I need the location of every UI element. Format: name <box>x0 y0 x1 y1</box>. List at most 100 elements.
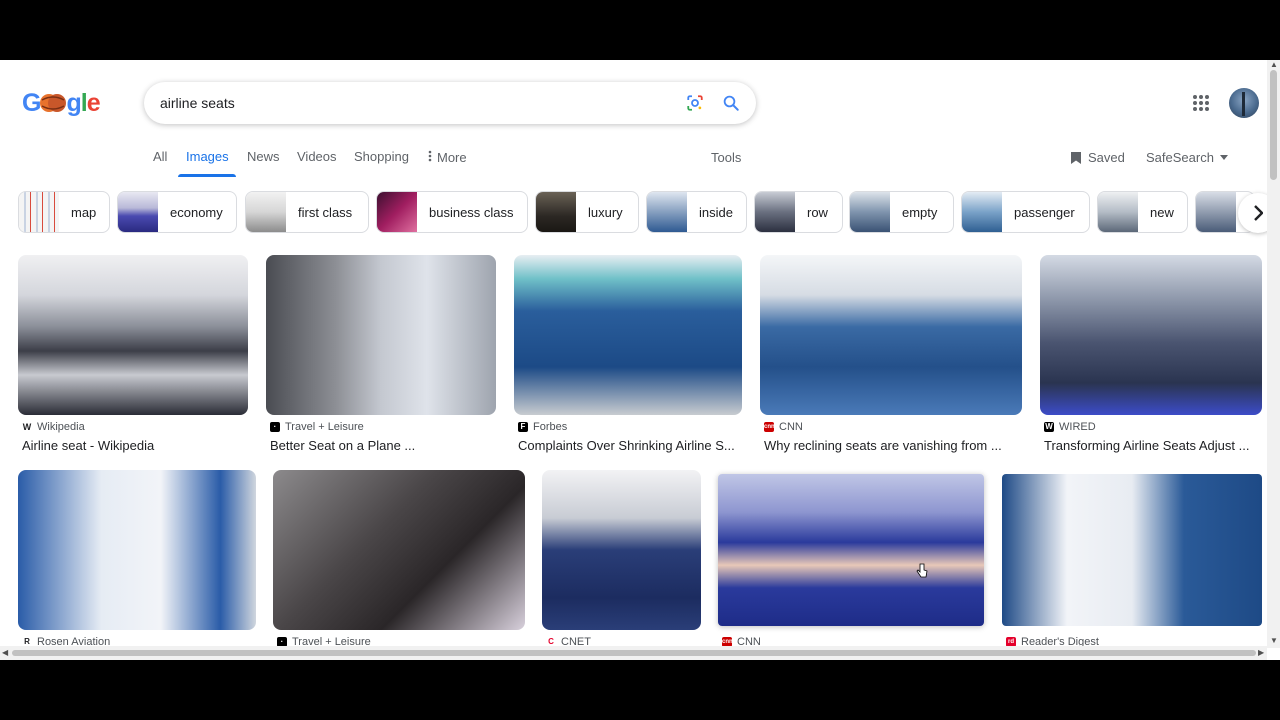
tab-images[interactable]: Images <box>186 150 229 170</box>
saved-button[interactable]: Saved <box>1070 150 1125 165</box>
chip-new[interactable]: new <box>1097 191 1188 233</box>
image-result[interactable]: W WIRED Transforming Airline Seats Adjust… <box>1040 255 1262 455</box>
apps-grid-icon[interactable] <box>1192 94 1210 112</box>
chip-row[interactable]: row <box>754 191 843 233</box>
image-result[interactable]: cnn CNN Why reclining seats are vanishing… <box>760 255 1022 455</box>
safesearch-dropdown[interactable]: SafeSearch <box>1146 150 1228 165</box>
result-title[interactable]: Why reclining seats are vanishing from .… <box>764 438 1022 453</box>
search-box <box>144 82 756 124</box>
chip-label: economy <box>170 204 223 220</box>
image-result[interactable]: C CNET <box>542 470 701 650</box>
source-name: Forbes <box>533 421 568 433</box>
hand-cursor-icon <box>916 563 928 578</box>
search-icon[interactable] <box>722 94 740 112</box>
chip-economy[interactable]: economy <box>117 191 237 233</box>
chip-thumbnail <box>246 192 286 232</box>
scroll-left-icon[interactable]: ◀ <box>2 648 8 657</box>
result-source[interactable]: cnn CNN <box>764 421 803 433</box>
tab-shopping[interactable]: Shopping <box>354 150 409 170</box>
travel-leisure-favicon-icon: · <box>270 422 280 432</box>
result-source[interactable]: · Travel + Leisure <box>270 421 364 433</box>
wikipedia-favicon-icon: W <box>22 422 32 432</box>
horizontal-scrollbar[interactable]: ◀ ▶ <box>0 646 1267 660</box>
result-source[interactable]: W Wikipedia <box>22 421 85 433</box>
chip-luxury[interactable]: luxury <box>535 191 639 233</box>
result-thumbnail[interactable] <box>18 470 256 630</box>
tab-more-label: More <box>437 150 467 165</box>
result-thumbnail[interactable] <box>18 255 248 415</box>
browser-viewport: G gle All Images News Vid <box>0 60 1280 660</box>
tab-more[interactable]: More <box>428 150 467 170</box>
scroll-up-icon[interactable]: ▲ <box>1270 60 1278 69</box>
chip-business-class[interactable]: business class <box>376 191 528 233</box>
chip-thumbnail <box>962 192 1002 232</box>
chip-thumbnail <box>647 192 687 232</box>
image-result[interactable]: · Travel + Leisure <box>273 470 525 650</box>
vertical-scroll-thumb[interactable] <box>1270 70 1277 180</box>
result-thumbnail[interactable] <box>1002 474 1262 626</box>
chip-thumbnail <box>1196 192 1236 232</box>
source-name: CNN <box>779 421 803 433</box>
result-title[interactable]: Complaints Over Shrinking Airline S... <box>518 438 742 453</box>
result-thumbnail[interactable] <box>514 255 742 415</box>
search-input[interactable] <box>160 82 660 124</box>
tools-button[interactable]: Tools <box>711 150 741 165</box>
chip-first-class[interactable]: first class <box>245 191 369 233</box>
tab-all[interactable]: All <box>153 150 167 170</box>
google-doodle-logo[interactable]: G gle <box>22 88 104 118</box>
chip-label: row <box>807 204 828 220</box>
result-thumbnail[interactable] <box>718 474 984 626</box>
bookmark-icon <box>1071 151 1081 164</box>
wired-favicon-icon: W <box>1044 422 1054 432</box>
dropdown-caret-icon <box>1219 155 1228 160</box>
image-result[interactable]: W Wikipedia Airline seat - Wikipedia <box>18 255 248 455</box>
chip-thumbnail <box>850 192 890 232</box>
account-avatar[interactable] <box>1229 88 1259 118</box>
related-search-chips: map economy first class business class l… <box>18 191 1268 233</box>
chip-thumbnail <box>118 192 158 232</box>
chip-thumbnail <box>755 192 795 232</box>
chip-label: empty <box>902 204 938 220</box>
chip-thumbnail <box>377 192 417 232</box>
chip-label: luxury <box>588 204 623 220</box>
horizontal-scroll-thumb[interactable] <box>12 650 1256 656</box>
scroll-right-icon[interactable]: ▶ <box>1258 648 1264 657</box>
result-thumbnail[interactable] <box>542 470 701 630</box>
result-thumbnail[interactable] <box>1040 255 1262 415</box>
scroll-down-icon[interactable]: ▼ <box>1270 636 1278 645</box>
doodle-ball-icon <box>40 94 67 112</box>
chip-label: new <box>1150 204 1174 220</box>
result-title[interactable]: Better Seat on a Plane ... <box>270 438 496 453</box>
result-thumbnail[interactable] <box>273 470 525 630</box>
tab-videos[interactable]: Videos <box>297 150 337 170</box>
chip-passenger[interactable]: passenger <box>961 191 1090 233</box>
source-name: Travel + Leisure <box>285 421 364 433</box>
vertical-scrollbar[interactable]: ▲ ▼ <box>1267 60 1280 648</box>
chip-label: map <box>71 204 97 220</box>
result-title[interactable]: Transforming Airline Seats Adjust ... <box>1044 438 1262 453</box>
chip-map[interactable]: map <box>18 191 110 233</box>
active-tab-indicator <box>178 174 236 177</box>
image-result[interactable]: rd Reader's Digest <box>1002 474 1262 650</box>
chip-label: business class <box>429 204 514 220</box>
saved-label: Saved <box>1088 150 1125 165</box>
chip-empty[interactable]: empty <box>849 191 954 233</box>
image-result[interactable]: F Forbes Complaints Over Shrinking Airlin… <box>514 255 742 455</box>
source-name: WIRED <box>1059 421 1096 433</box>
result-source[interactable]: F Forbes <box>518 421 567 433</box>
result-thumbnail[interactable] <box>760 255 1022 415</box>
forbes-favicon-icon: F <box>518 422 528 432</box>
image-result[interactable]: R Rosen Aviation <box>18 470 256 650</box>
result-thumbnail[interactable] <box>266 255 496 415</box>
chip-thumbnail <box>19 192 59 232</box>
result-title[interactable]: Airline seat - Wikipedia <box>22 438 248 453</box>
tab-news[interactable]: News <box>247 150 280 170</box>
result-source[interactable]: W WIRED <box>1044 421 1096 433</box>
chip-thumbnail <box>1098 192 1138 232</box>
chip-thumbnail <box>536 192 576 232</box>
more-vert-icon <box>428 150 432 162</box>
image-result[interactable]: · Travel + Leisure Better Seat on a Plane… <box>266 255 496 455</box>
chip-inside[interactable]: inside <box>646 191 747 233</box>
image-result[interactable]: cnn CNN <box>718 474 984 650</box>
google-lens-icon[interactable] <box>686 94 704 112</box>
